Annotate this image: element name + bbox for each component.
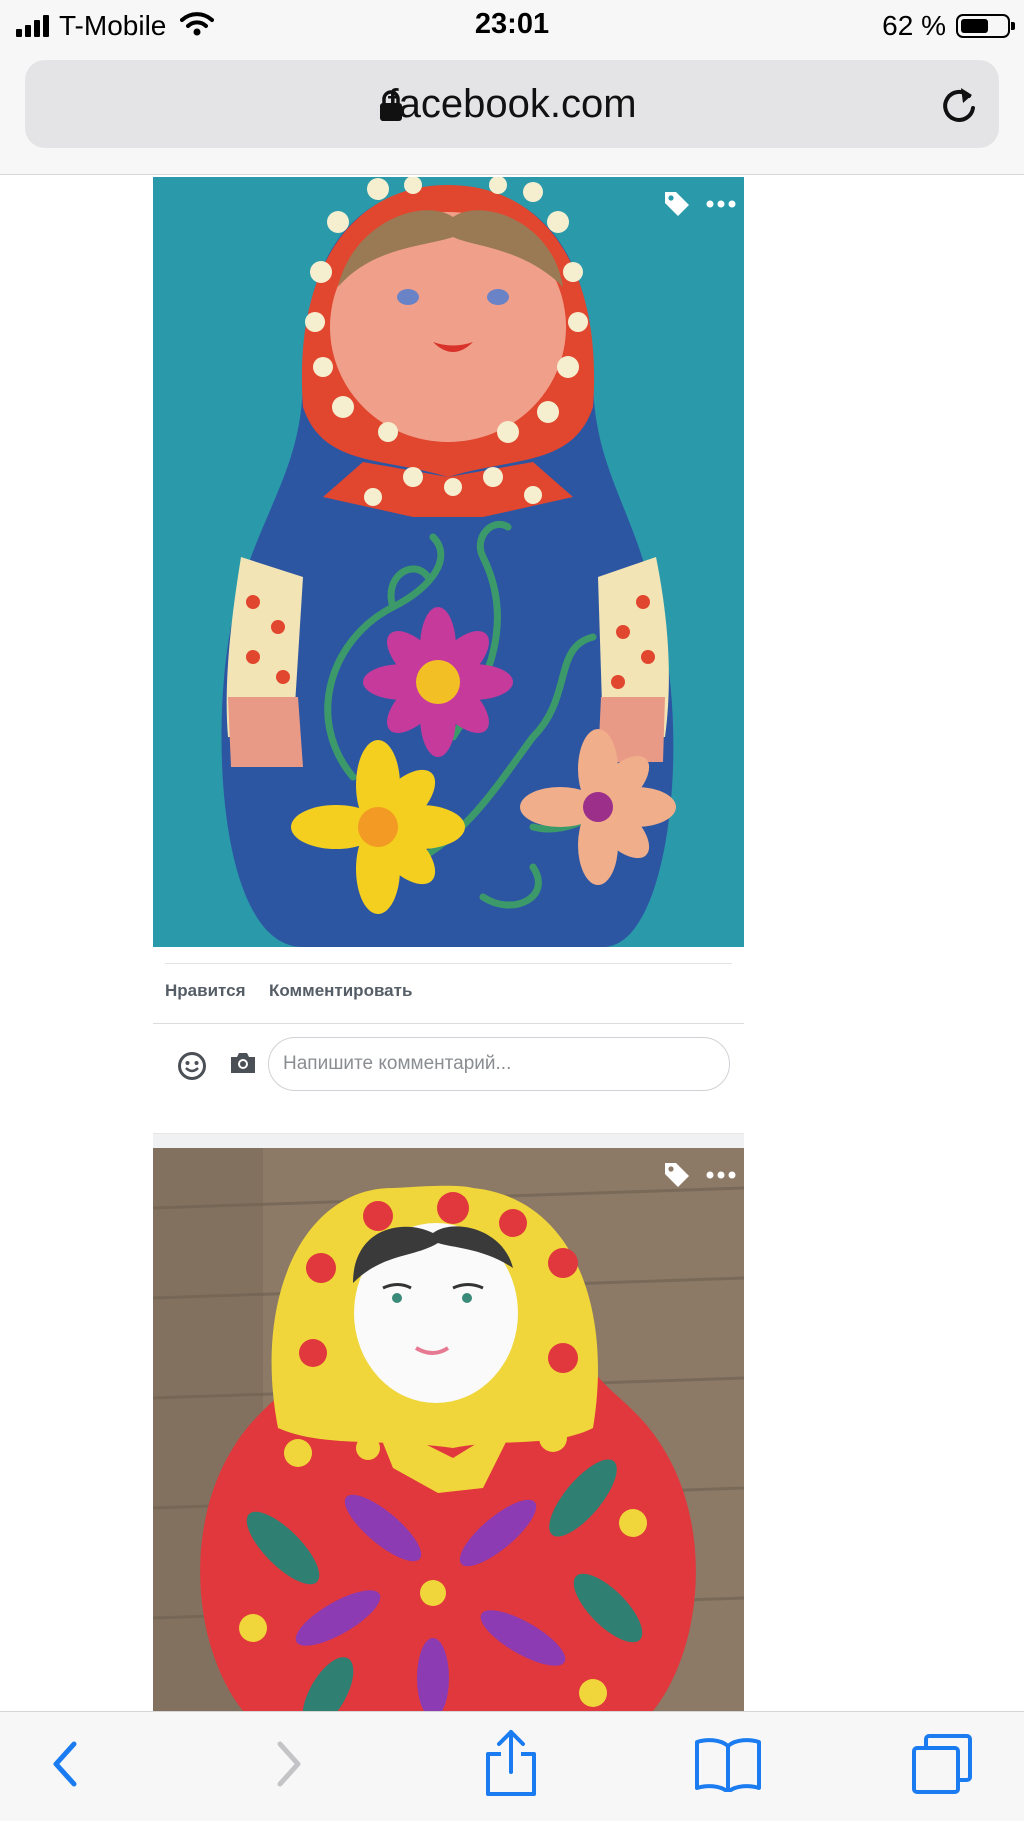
more-icon[interactable] (706, 1170, 736, 1180)
photo-overlay-icons (662, 189, 736, 219)
status-bar: T-Mobile 23:01 62 % (0, 0, 1024, 52)
clock: 23:01 (474, 8, 550, 40)
forward-arrow-icon[interactable] (272, 1734, 306, 1799)
tag-icon[interactable] (662, 1160, 692, 1190)
url-text: facebook.com (387, 82, 637, 126)
emoji-icon[interactable] (177, 1051, 207, 1086)
battery-percentage: 62 % (882, 10, 946, 41)
back-arrow-icon[interactable] (48, 1734, 82, 1799)
comment-input[interactable] (268, 1037, 730, 1091)
more-icon[interactable] (706, 199, 736, 209)
camera-icon[interactable] (229, 1051, 257, 1080)
comment-button[interactable]: Комментировать (269, 981, 412, 1001)
comment-composer (153, 1023, 744, 1133)
tag-icon[interactable] (662, 189, 692, 219)
bookmarks-icon[interactable] (694, 1736, 762, 1797)
tabs-icon[interactable] (910, 1732, 974, 1801)
address-bar[interactable]: facebook.com (25, 60, 999, 148)
share-icon[interactable] (483, 1728, 539, 1803)
battery-icon (956, 14, 1015, 38)
facebook-feed: Нравится Комментировать (0, 175, 1024, 1711)
browser-toolbar (0, 1711, 1024, 1821)
photo-overlay-icons (662, 1160, 736, 1190)
post-action-bar: Нравится Комментировать (153, 961, 744, 1024)
reload-icon[interactable] (939, 82, 979, 131)
post-separator (153, 1133, 744, 1148)
post-photo-red-matryoshka[interactable] (153, 1148, 744, 1711)
browser-address-area: facebook.com (0, 52, 1024, 175)
like-button[interactable]: Нравится (165, 981, 246, 1001)
post-photo-blue-matryoshka[interactable] (153, 177, 744, 947)
